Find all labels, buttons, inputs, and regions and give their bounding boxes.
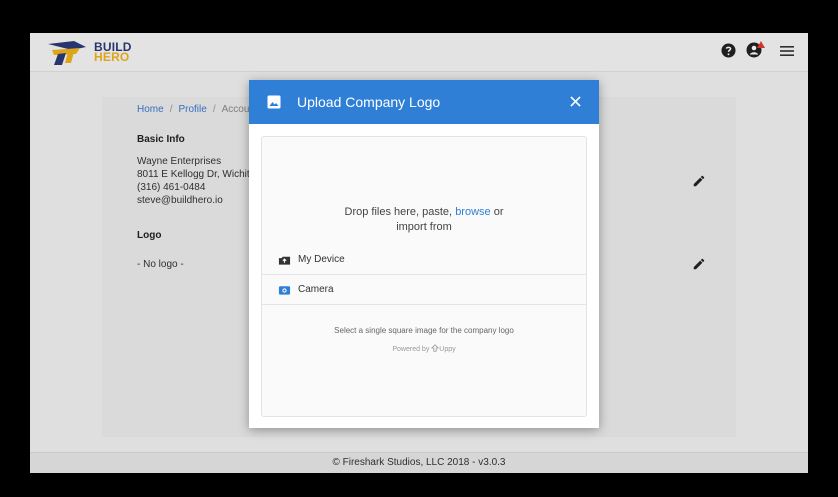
image-icon [267,95,281,109]
drop-zone-text: Drop files here, paste, browse or import… [262,205,586,235]
import-from-label: import from [396,221,452,233]
powered-by: Powered by Uppy [262,344,586,353]
powered-by-prefix: Powered by [392,346,430,353]
app-window: BUILD HERO Home / Profile / Account Basi… [30,33,808,473]
camera-label: Camera [298,284,334,295]
source-my-device[interactable]: My Device [262,246,586,275]
dialog-title: Upload Company Logo [297,94,441,110]
camera-icon [278,286,291,295]
powered-by-brand[interactable]: Uppy [439,346,455,353]
my-device-label: My Device [298,254,345,265]
close-icon[interactable] [570,96,581,107]
drop-instruction: Drop files here, paste, [344,206,453,218]
dialog-header: Upload Company Logo [249,80,599,124]
browse-link[interactable]: browse [455,206,490,218]
uppy-dashboard[interactable]: Drop files here, paste, browse or import… [261,136,587,417]
source-camera[interactable]: Camera [262,276,586,305]
my-device-icon [278,256,291,265]
upload-note: Select a single square image for the com… [334,326,514,335]
upload-logo-dialog: Upload Company Logo Drop files here, pas… [249,80,599,428]
drop-or: or [493,206,504,218]
